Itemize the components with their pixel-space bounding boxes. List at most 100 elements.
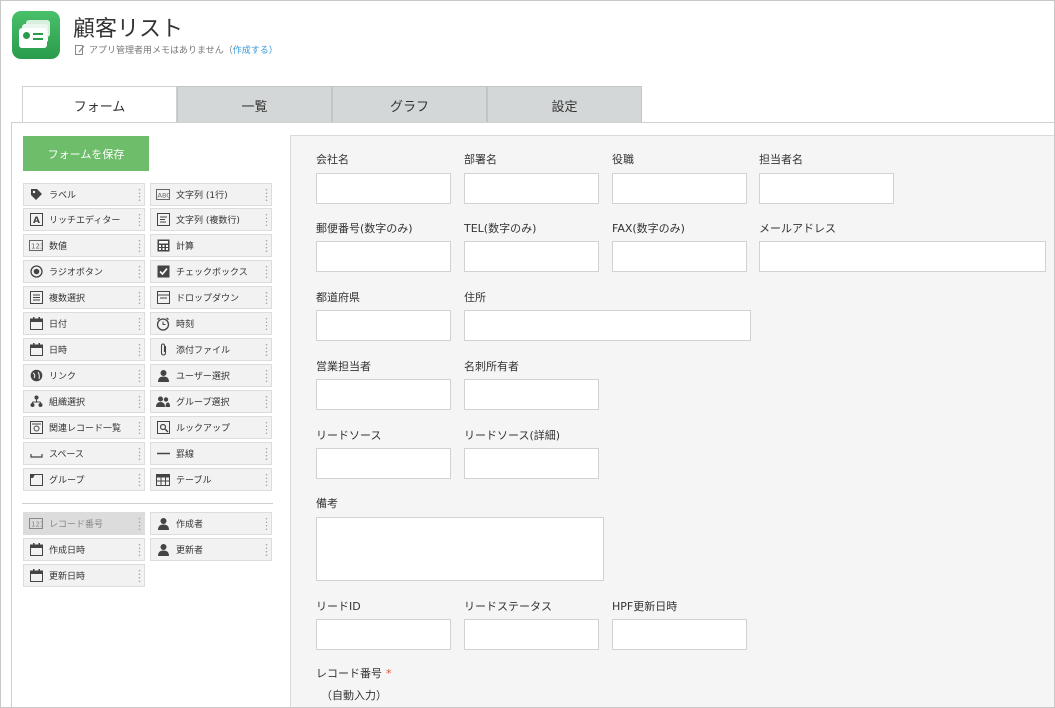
tel-field[interactable]	[464, 241, 599, 272]
multi-select-icon	[29, 291, 43, 305]
field-label-lead-status: リードステータス	[464, 600, 552, 613]
palette-item-calc[interactable]: 計算	[150, 234, 272, 257]
department-field[interactable]	[464, 173, 599, 204]
required-mark: *	[386, 667, 392, 680]
svg-text:A: A	[33, 216, 40, 226]
text-single-icon: ABC	[156, 188, 170, 202]
field-label-lead-source: リードソース	[316, 429, 382, 442]
card-owner-field[interactable]	[464, 379, 599, 410]
memo-text: アプリ管理者用メモはありません（	[89, 46, 233, 56]
calendar-icon	[29, 569, 43, 583]
palette-item-rich-editor[interactable]: A リッチエディター	[23, 208, 145, 231]
palette-item-org[interactable]: 組織選択	[23, 390, 145, 413]
hpf-updated-field[interactable]	[612, 619, 747, 650]
lead-id-field[interactable]	[316, 619, 451, 650]
field-label-fax: FAX(数字のみ)	[612, 222, 685, 235]
field-label-tel: TEL(数字のみ)	[464, 222, 537, 235]
settings-tabs: フォーム 一覧 グラフ 設定	[22, 86, 642, 124]
app-window: 顧客リスト アプリ管理者用メモはありません（ 作成する） フォーム 一覧 グラフ …	[0, 0, 1055, 708]
lead-source-detail-field[interactable]	[464, 448, 599, 479]
palette-item-created-at[interactable]: 作成日時	[23, 538, 145, 561]
tab-graph[interactable]: グラフ	[332, 86, 487, 123]
number-icon: 123	[29, 517, 43, 531]
tab-list[interactable]: 一覧	[177, 86, 332, 123]
field-label-card-owner: 名刺所有者	[464, 360, 519, 373]
tab-settings[interactable]: 設定	[487, 86, 642, 123]
palette-item-creator[interactable]: 作成者	[150, 512, 272, 535]
memo-edit-icon	[75, 44, 85, 55]
email-field[interactable]	[759, 241, 1046, 272]
app-memo: アプリ管理者用メモはありません（ 作成する）	[75, 43, 278, 56]
field-label-sales-rep: 営業担当者	[316, 360, 371, 373]
palette-item-group[interactable]: グループ	[23, 468, 145, 491]
sales-rep-field[interactable]	[316, 379, 451, 410]
space-icon	[29, 447, 43, 461]
save-form-button[interactable]: フォームを保存	[23, 136, 149, 171]
svg-text:123: 123	[31, 521, 43, 529]
contact-name-field[interactable]	[759, 173, 894, 204]
calendar-icon	[29, 543, 43, 557]
lead-status-field[interactable]	[464, 619, 599, 650]
prefecture-field[interactable]	[316, 310, 451, 341]
position-field[interactable]	[612, 173, 747, 204]
fax-field[interactable]	[612, 241, 747, 272]
palette-item-time[interactable]: 時刻	[150, 312, 272, 335]
svg-text:ABC: ABC	[158, 192, 171, 200]
group-folder-icon	[29, 473, 43, 487]
field-label-lead-id: リードID	[316, 600, 361, 613]
palette-item-datetime[interactable]: 日時	[23, 338, 145, 361]
palette-item-modifier[interactable]: 更新者	[150, 538, 272, 561]
palette-item-date[interactable]: 日付	[23, 312, 145, 335]
field-label-hpf-updated: HPF更新日時	[612, 600, 678, 613]
paperclip-icon	[156, 343, 170, 357]
palette-item-table[interactable]: テーブル	[150, 468, 272, 491]
field-label-email: メールアドレス	[759, 222, 836, 235]
memo-close-paren: ）	[268, 46, 278, 56]
user-icon	[156, 369, 170, 383]
address-field[interactable]	[464, 310, 751, 341]
calendar-icon	[29, 317, 43, 331]
palette-item-space[interactable]: スペース	[23, 442, 145, 465]
palette-item-dropdown[interactable]: ドロップダウン	[150, 286, 272, 309]
postal-field[interactable]	[316, 241, 451, 272]
field-label-prefecture: 都道府県	[316, 291, 360, 304]
notes-textarea[interactable]	[316, 517, 604, 581]
svg-text:123: 123	[31, 243, 43, 251]
palette-item-multi-select[interactable]: 複数選択	[23, 286, 145, 309]
palette-item-text-multi[interactable]: 文字列 (複数行)	[150, 208, 272, 231]
lead-source-field[interactable]	[316, 448, 451, 479]
palette-item-lookup[interactable]: ルックアップ	[150, 416, 272, 439]
memo-create-link[interactable]: 作成する	[233, 43, 269, 56]
palette-item-text-single[interactable]: ABC 文字列 (1行)	[150, 183, 272, 206]
palette-item-attachment[interactable]: 添付ファイル	[150, 338, 272, 361]
palette-item-number[interactable]: 123 数値	[23, 234, 145, 257]
palette-item-user-select[interactable]: ユーザー選択	[150, 364, 272, 387]
app-title: 顧客リスト	[73, 17, 184, 42]
palette-item-line[interactable]: 罫線	[150, 442, 272, 465]
field-label-address: 住所	[464, 291, 486, 304]
line-icon	[156, 447, 170, 461]
text-multi-icon	[156, 213, 170, 227]
dropdown-icon	[156, 291, 170, 305]
palette-item-radio[interactable]: ラジオボタン	[23, 260, 145, 283]
palette-item-link[interactable]: リンク	[23, 364, 145, 387]
lookup-icon	[156, 421, 170, 435]
tag-icon	[29, 188, 43, 202]
org-icon	[29, 395, 43, 409]
palette-item-group-select[interactable]: グループ選択	[150, 390, 272, 413]
palette-item-label[interactable]: ラベル	[23, 183, 145, 206]
tab-form[interactable]: フォーム	[22, 86, 177, 124]
field-label-position: 役職	[612, 153, 634, 166]
company-field[interactable]	[316, 173, 451, 204]
palette-item-checkbox[interactable]: チェックボックス	[150, 260, 272, 283]
field-label-notes: 備考	[316, 497, 338, 510]
palette-item-record-number[interactable]: 123 レコード番号	[23, 512, 145, 535]
field-label-postal: 郵便番号(数字のみ)	[316, 222, 413, 235]
palette-item-related-records[interactable]: 関連レコード一覧	[23, 416, 145, 439]
palette-item-updated-at[interactable]: 更新日時	[23, 564, 145, 587]
field-label-record-number: レコード番号 *	[316, 667, 392, 680]
checkbox-icon	[156, 265, 170, 279]
field-label-contact-name: 担当者名	[759, 153, 803, 166]
palette-divider	[22, 503, 273, 504]
datetime-icon	[29, 343, 43, 357]
